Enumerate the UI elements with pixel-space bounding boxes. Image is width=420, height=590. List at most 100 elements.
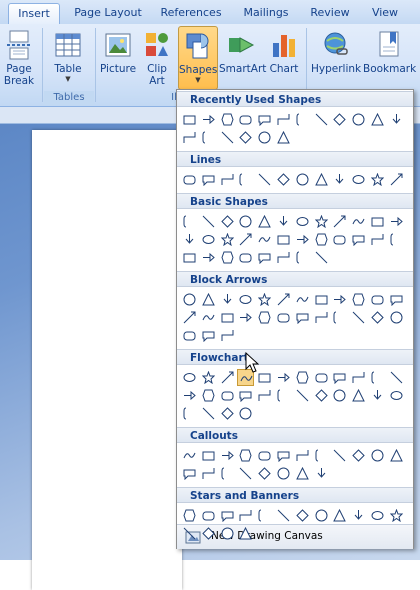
shape-option[interactable] [237,111,254,128]
shape-option[interactable] [237,231,254,248]
shape-option[interactable] [200,369,217,386]
shape-option[interactable] [313,465,330,482]
shape-option[interactable] [237,309,254,326]
shape-option[interactable] [331,507,348,524]
shape-option[interactable] [181,111,198,128]
shape-option[interactable] [294,447,311,464]
shape-option[interactable] [313,309,330,326]
smartart-button[interactable]: SmartArt [219,26,266,75]
shape-option[interactable] [369,387,386,404]
shape-option[interactable] [237,525,254,542]
hyperlink-button[interactable]: Hyperlink [311,26,361,75]
shape-option[interactable] [200,465,217,482]
shape-option[interactable] [313,291,330,308]
tab-page-layout[interactable]: Page Layout [68,3,148,24]
shape-option[interactable] [313,447,330,464]
shape-option[interactable] [200,525,217,542]
shape-option[interactable] [388,369,405,386]
shape-option[interactable] [181,525,198,542]
shape-option[interactable] [275,213,292,230]
shape-option[interactable] [275,387,292,404]
shape-option[interactable] [200,129,217,146]
shape-option[interactable] [275,447,292,464]
shape-option[interactable] [331,387,348,404]
shape-option[interactable] [313,231,330,248]
shape-option[interactable] [369,291,386,308]
shape-option[interactable] [219,249,236,266]
shape-option[interactable] [313,111,330,128]
tab-mailings[interactable]: Mailings [238,3,294,24]
shape-option[interactable] [388,171,405,188]
shape-option[interactable] [181,213,198,230]
shape-option[interactable] [313,249,330,266]
shape-option[interactable] [219,405,236,422]
shape-option[interactable] [219,327,236,344]
shape-option[interactable] [313,369,330,386]
shape-option[interactable] [331,447,348,464]
shape-option[interactable] [256,111,273,128]
shape-option[interactable] [275,369,292,386]
shape-option[interactable] [313,213,330,230]
shape-option[interactable] [181,291,198,308]
shape-option[interactable] [200,405,217,422]
shape-option[interactable] [275,465,292,482]
shape-option[interactable] [294,309,311,326]
clip-art-button[interactable]: Clip Art [141,26,173,87]
shape-option[interactable] [294,111,311,128]
shape-option[interactable] [219,231,236,248]
shape-option[interactable] [388,309,405,326]
shape-option[interactable] [237,249,254,266]
shape-option[interactable] [369,231,386,248]
shape-option[interactable] [331,309,348,326]
shape-option[interactable] [219,171,236,188]
shape-option[interactable] [313,507,330,524]
shape-option[interactable] [275,231,292,248]
shape-option[interactable] [200,231,217,248]
page-break-button[interactable]: Page Break [0,26,38,87]
shape-option[interactable] [350,309,367,326]
tab-insert[interactable]: Insert [8,3,60,26]
shape-option[interactable] [388,291,405,308]
shape-option[interactable] [369,111,386,128]
shape-option[interactable] [181,129,198,146]
shape-option[interactable] [181,327,198,344]
shape-option[interactable] [275,507,292,524]
shape-option[interactable] [200,291,217,308]
shape-option[interactable] [200,111,217,128]
shape-option[interactable] [200,327,217,344]
shape-option[interactable] [369,369,386,386]
shape-option[interactable] [256,387,273,404]
shape-option[interactable] [294,231,311,248]
shape-option[interactable] [237,171,254,188]
shape-option[interactable] [388,213,405,230]
shape-option[interactable] [219,387,236,404]
shape-option[interactable] [219,129,236,146]
shape-option[interactable] [256,129,273,146]
shape-option[interactable] [275,171,292,188]
shape-option[interactable] [200,213,217,230]
shape-option[interactable] [350,231,367,248]
shape-option[interactable] [350,213,367,230]
shape-option[interactable] [331,291,348,308]
shape-option[interactable] [237,291,254,308]
shape-option[interactable] [313,387,330,404]
shape-option[interactable] [256,447,273,464]
shape-option[interactable] [181,387,198,404]
shape-option[interactable] [388,387,405,404]
shape-option[interactable] [350,507,367,524]
shape-option[interactable] [181,465,198,482]
shape-option[interactable] [181,447,198,464]
shape-option[interactable] [219,291,236,308]
shape-option[interactable] [181,249,198,266]
shape-option[interactable] [331,231,348,248]
shape-option[interactable] [181,231,198,248]
shape-option[interactable] [350,369,367,386]
bookmark-button[interactable]: Bookmark [363,26,416,75]
shape-option[interactable] [237,405,254,422]
shape-option[interactable] [350,291,367,308]
shape-option[interactable] [200,387,217,404]
shape-option[interactable] [331,171,348,188]
shape-option[interactable] [369,213,386,230]
shape-option[interactable] [388,231,405,248]
shape-option[interactable] [369,309,386,326]
